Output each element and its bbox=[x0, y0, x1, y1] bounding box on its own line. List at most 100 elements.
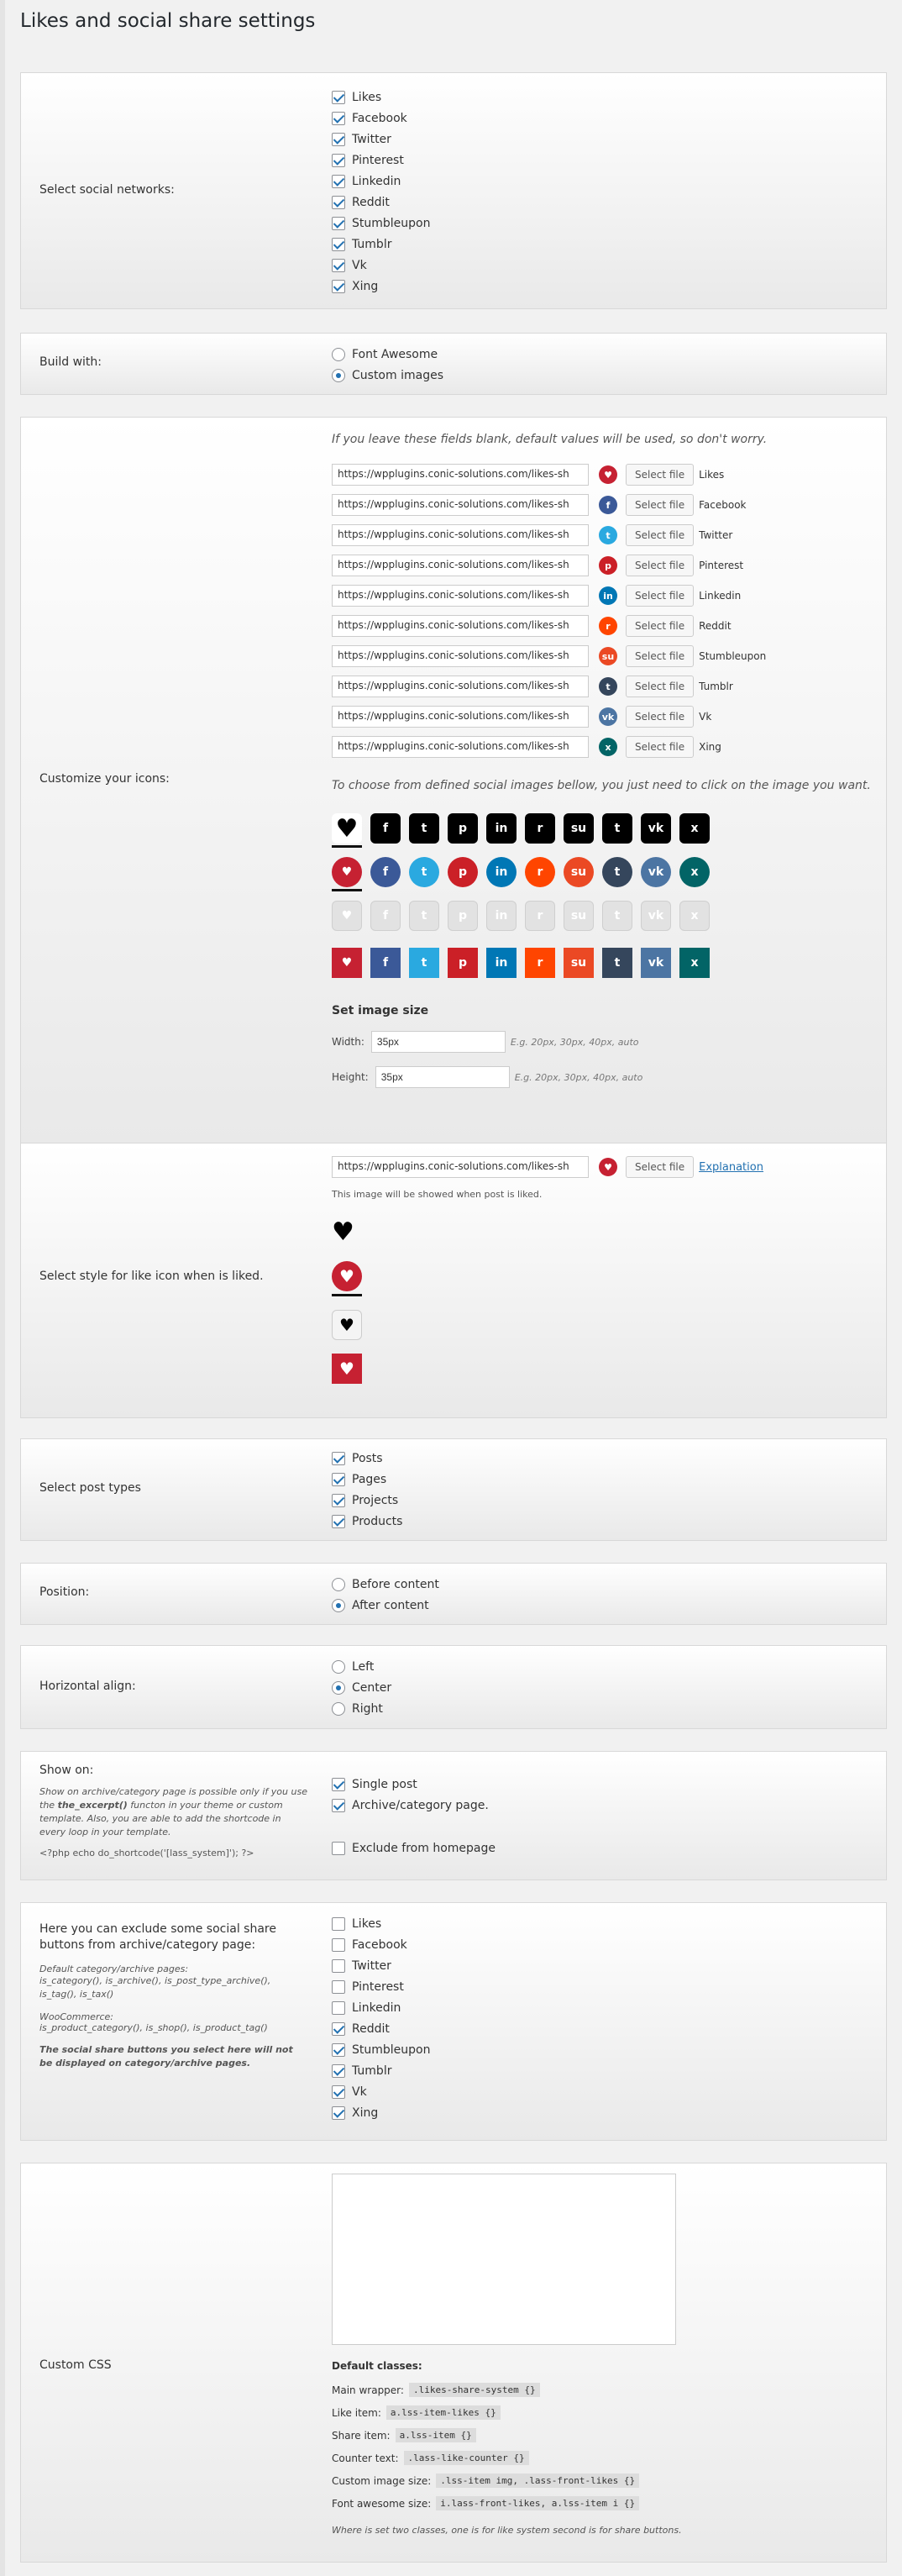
checkbox[interactable] bbox=[332, 132, 345, 146]
stumbleupon-icon[interactable]: su bbox=[564, 948, 594, 978]
checkbox[interactable] bbox=[332, 1798, 345, 1812]
checkbox[interactable] bbox=[332, 90, 345, 104]
twitter-icon[interactable]: t bbox=[409, 813, 439, 844]
checkbox[interactable] bbox=[332, 237, 345, 251]
checkbox[interactable] bbox=[332, 2105, 345, 2120]
icon-set-black[interactable]: ♥ f t p in r su t vk x bbox=[332, 809, 871, 848]
stumbleupon-icon[interactable]: su bbox=[564, 857, 594, 887]
custom-css-textarea[interactable] bbox=[332, 2174, 676, 2345]
icon-url-input[interactable]: https://wpplugins.conic-solutions.com/li… bbox=[332, 676, 589, 697]
stumbleupon-icon[interactable]: su bbox=[564, 901, 594, 931]
pinterest-icon[interactable]: p bbox=[448, 813, 478, 844]
checkbox[interactable] bbox=[332, 1916, 345, 1931]
height-input[interactable] bbox=[375, 1066, 510, 1088]
pinterest-icon[interactable]: p bbox=[448, 948, 478, 978]
pinterest-icon[interactable]: p bbox=[448, 857, 478, 887]
exclude-reddit[interactable]: Reddit bbox=[332, 2018, 430, 2039]
network-xing[interactable]: Xing bbox=[332, 276, 430, 297]
select-file-button[interactable]: Select file bbox=[626, 615, 695, 637]
facebook-icon[interactable]: f bbox=[370, 857, 401, 887]
checkbox[interactable] bbox=[332, 1958, 345, 1973]
network-stumbleupon[interactable]: Stumbleupon bbox=[332, 213, 430, 234]
select-file-button[interactable]: Select file bbox=[626, 494, 695, 516]
facebook-icon[interactable]: f bbox=[370, 948, 401, 978]
checkbox[interactable] bbox=[332, 1493, 345, 1507]
tumblr-icon[interactable]: t bbox=[602, 948, 632, 978]
exclude-linkedin[interactable]: Linkedin bbox=[332, 1997, 430, 2018]
checkbox[interactable] bbox=[332, 1841, 345, 1855]
exclude-stumbleupon[interactable]: Stumbleupon bbox=[332, 2039, 430, 2060]
exclude-xing[interactable]: Xing bbox=[332, 2102, 430, 2123]
radio-button[interactable] bbox=[332, 1701, 345, 1716]
twitter-icon[interactable]: t bbox=[409, 948, 439, 978]
checkbox[interactable] bbox=[332, 2084, 345, 2099]
icon-url-input[interactable]: https://wpplugins.conic-solutions.com/li… bbox=[332, 524, 589, 546]
likes-icon[interactable]: ♥ bbox=[332, 901, 362, 931]
heart-circle-icon[interactable]: ♥ bbox=[332, 1261, 362, 1291]
network-vk[interactable]: Vk bbox=[332, 255, 430, 276]
checkbox[interactable] bbox=[332, 2000, 345, 2015]
post-type-posts[interactable]: Posts bbox=[332, 1448, 402, 1469]
checkbox[interactable] bbox=[332, 1451, 345, 1465]
checkbox[interactable] bbox=[332, 2063, 345, 2078]
network-likes[interactable]: Likes bbox=[332, 87, 430, 108]
show-on-exclude-from-homepage[interactable]: Exclude from homepage bbox=[332, 1837, 496, 1858]
exclude-tumblr[interactable]: Tumblr bbox=[332, 2060, 430, 2081]
xing-icon[interactable]: x bbox=[679, 901, 710, 931]
position-option-after-content[interactable]: After content bbox=[332, 1595, 439, 1616]
select-file-button[interactable]: Select file bbox=[626, 706, 695, 728]
reddit-icon[interactable]: r bbox=[525, 813, 555, 844]
heart-outline-icon[interactable]: ♥ bbox=[332, 1310, 362, 1340]
icon-url-input[interactable]: https://wpplugins.conic-solutions.com/li… bbox=[332, 645, 589, 667]
facebook-icon[interactable]: f bbox=[370, 813, 401, 844]
show-on-archive-category-page[interactable]: Archive/category page. bbox=[332, 1795, 496, 1816]
tumblr-icon[interactable]: t bbox=[602, 857, 632, 887]
position-option-before-content[interactable]: Before content bbox=[332, 1574, 439, 1595]
stumbleupon-icon[interactable]: su bbox=[564, 813, 594, 844]
icon-set-flat[interactable]: ♥ f t p in r su t vk x bbox=[332, 944, 871, 982]
icon-url-input[interactable]: https://wpplugins.conic-solutions.com/li… bbox=[332, 464, 589, 486]
post-type-pages[interactable]: Pages bbox=[332, 1469, 402, 1490]
reddit-icon[interactable]: r bbox=[525, 857, 555, 887]
checkbox[interactable] bbox=[332, 2021, 345, 2036]
twitter-icon[interactable]: t bbox=[409, 901, 439, 931]
radio-button[interactable] bbox=[332, 368, 345, 382]
icon-url-input[interactable]: https://wpplugins.conic-solutions.com/li… bbox=[332, 615, 589, 637]
vk-icon[interactable]: vk bbox=[641, 901, 671, 931]
likes-icon[interactable]: ♥ bbox=[332, 813, 362, 844]
icon-set-ghost[interactable]: ♥ f t p in r su t vk x bbox=[332, 896, 871, 935]
icon-url-input[interactable]: https://wpplugins.conic-solutions.com/li… bbox=[332, 585, 589, 607]
checkbox[interactable] bbox=[332, 216, 345, 230]
icon-url-input[interactable]: https://wpplugins.conic-solutions.com/li… bbox=[332, 555, 589, 576]
align-option-left[interactable]: Left bbox=[332, 1656, 391, 1677]
tumblr-icon[interactable]: t bbox=[602, 901, 632, 931]
network-reddit[interactable]: Reddit bbox=[332, 192, 430, 213]
heart-black-icon[interactable]: ♥ bbox=[332, 1217, 362, 1248]
checkbox[interactable] bbox=[332, 1979, 345, 1994]
checkbox[interactable] bbox=[332, 195, 345, 209]
likes-icon[interactable]: ♥ bbox=[332, 857, 362, 887]
vk-icon[interactable]: vk bbox=[641, 813, 671, 844]
xing-icon[interactable]: x bbox=[679, 948, 710, 978]
radio-button[interactable] bbox=[332, 1577, 345, 1591]
vk-icon[interactable]: vk bbox=[641, 857, 671, 887]
align-option-right[interactable]: Right bbox=[332, 1698, 391, 1719]
liked-url-input[interactable]: https://wpplugins.conic-solutions.com/li… bbox=[332, 1156, 589, 1178]
checkbox[interactable] bbox=[332, 153, 345, 167]
icon-url-input[interactable]: https://wpplugins.conic-solutions.com/li… bbox=[332, 494, 589, 516]
radio-button[interactable] bbox=[332, 1680, 345, 1695]
checkbox[interactable] bbox=[332, 258, 345, 272]
linkedin-icon[interactable]: in bbox=[486, 901, 517, 931]
network-tumblr[interactable]: Tumblr bbox=[332, 234, 430, 255]
facebook-icon[interactable]: f bbox=[370, 901, 401, 931]
network-pinterest[interactable]: Pinterest bbox=[332, 150, 430, 171]
network-linkedin[interactable]: Linkedin bbox=[332, 171, 430, 192]
icon-url-input[interactable]: https://wpplugins.conic-solutions.com/li… bbox=[332, 736, 589, 758]
select-file-button[interactable]: Select file bbox=[626, 676, 695, 697]
exclude-vk[interactable]: Vk bbox=[332, 2081, 430, 2102]
vk-icon[interactable]: vk bbox=[641, 948, 671, 978]
checkbox[interactable] bbox=[332, 279, 345, 293]
liked-select-file-button[interactable]: Select file bbox=[626, 1156, 695, 1178]
xing-icon[interactable]: x bbox=[679, 857, 710, 887]
select-file-button[interactable]: Select file bbox=[626, 524, 695, 546]
